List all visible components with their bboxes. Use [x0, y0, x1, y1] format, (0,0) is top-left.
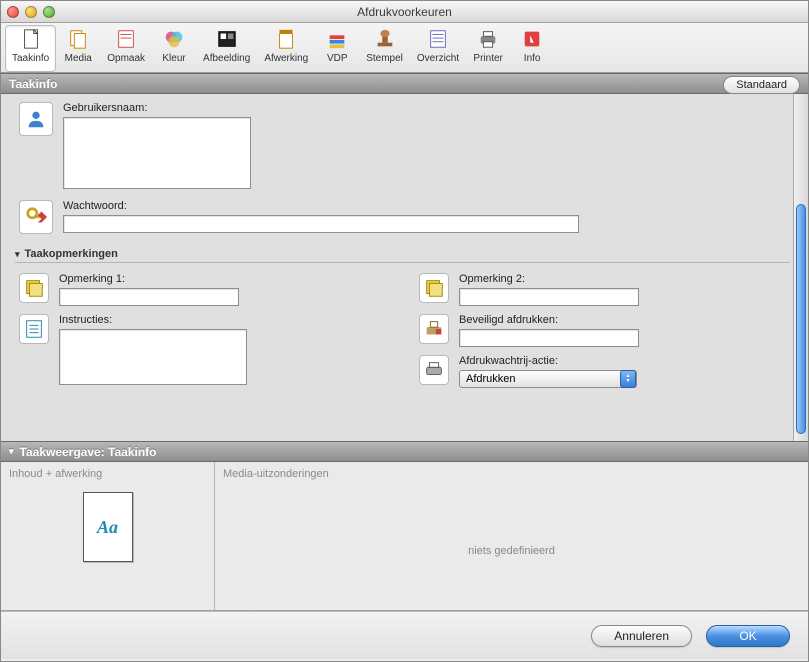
preview-empty-text: niets gedefinieerd	[215, 492, 808, 610]
preview-area: Inhoud + afwerking Aa Media-uitzondering…	[1, 462, 808, 611]
tab-kleur[interactable]: Kleur	[152, 25, 196, 72]
tab-label: Opmaak	[107, 53, 145, 64]
preview-content-column: Inhoud + afwerking Aa	[1, 462, 215, 610]
queue-action-select[interactable]: Afdrukken	[459, 370, 637, 388]
user-icon	[19, 102, 53, 136]
instructions-icon	[19, 314, 49, 344]
printer-icon	[477, 28, 499, 50]
remark1-input[interactable]	[59, 288, 239, 306]
remark1-label: Opmerking 1:	[59, 273, 319, 285]
tab-label: Printer	[473, 53, 502, 64]
tab-taakinfo[interactable]: Taakinfo	[5, 25, 56, 72]
tab-label: VDP	[327, 53, 348, 64]
standard-button[interactable]: Standaard	[723, 76, 800, 94]
password-input[interactable]	[63, 215, 579, 233]
kleur-icon	[163, 28, 185, 50]
close-icon[interactable]	[7, 6, 19, 18]
stempel-icon	[374, 28, 396, 50]
disclosure-icon[interactable]: ▾	[9, 446, 14, 457]
preview-col2-header: Media-uitzonderingen	[223, 468, 329, 480]
afwerking-icon	[275, 28, 297, 50]
afbeelding-icon	[216, 28, 238, 50]
content-panel: Gebruikersnaam: Wachtwoord: Taakopmerkin…	[1, 94, 808, 441]
scrollbar-thumb[interactable]	[796, 204, 806, 434]
password-label: Wachtwoord:	[63, 200, 790, 212]
secure-print-input[interactable]	[459, 329, 639, 347]
remark2-input[interactable]	[459, 288, 639, 306]
dropdown-arrows-icon	[620, 370, 636, 388]
note-icon	[419, 273, 449, 303]
secure-print-label: Beveiligd afdrukken:	[459, 314, 719, 326]
ok-button[interactable]: OK	[706, 625, 790, 647]
tab-label: Afbeelding	[203, 53, 250, 64]
secure-print-icon	[419, 314, 449, 344]
tab-info[interactable]: Info	[510, 25, 554, 72]
minimize-icon[interactable]	[25, 6, 37, 18]
tab-opmaak[interactable]: Opmaak	[100, 25, 152, 72]
cancel-button[interactable]: Annuleren	[591, 625, 692, 647]
instructions-label: Instructies:	[59, 314, 319, 326]
preview-section-title: Taakweergave: Taakinfo	[20, 445, 157, 459]
section-header-taakinfo: Taakinfo Standaard	[1, 73, 808, 94]
tab-label: Afwerking	[264, 53, 308, 64]
titlebar: Afdrukvoorkeuren	[1, 1, 808, 23]
zoom-icon[interactable]	[43, 6, 55, 18]
toolbar: Taakinfo Media Opmaak Kleur Afbeelding A…	[1, 23, 808, 73]
tab-afwerking[interactable]: Afwerking	[257, 25, 315, 72]
tab-label: Info	[524, 53, 541, 64]
tab-overzicht[interactable]: Overzicht	[410, 25, 466, 72]
preview-media-column: Media-uitzonderingen niets gedefinieerd	[215, 462, 808, 610]
tab-label: Kleur	[162, 53, 185, 64]
info-icon	[521, 28, 543, 50]
vertical-scrollbar[interactable]	[793, 94, 808, 441]
media-icon	[67, 28, 89, 50]
opmaak-icon	[115, 28, 137, 50]
tab-afbeelding[interactable]: Afbeelding	[196, 25, 257, 72]
tab-vdp[interactable]: VDP	[315, 25, 359, 72]
vdp-icon	[326, 28, 348, 50]
section-title: Taakinfo	[9, 77, 57, 91]
key-icon	[19, 200, 53, 234]
username-label: Gebruikersnaam:	[63, 102, 790, 114]
queue-action-value: Afdrukken	[466, 373, 516, 385]
preview-col1-header: Inhoud + afwerking	[9, 468, 102, 480]
button-bar: Annuleren OK	[1, 611, 808, 659]
tab-label: Taakinfo	[12, 53, 49, 64]
thumbnail-text: Aa	[97, 517, 118, 538]
tab-media[interactable]: Media	[56, 25, 100, 72]
tab-label: Media	[65, 53, 92, 64]
tab-label: Stempel	[366, 53, 403, 64]
tab-stempel[interactable]: Stempel	[359, 25, 410, 72]
subsection-taakopmerkingen[interactable]: Taakopmerkingen	[15, 248, 790, 263]
remark2-label: Opmerking 2:	[459, 273, 719, 285]
window-title: Afdrukvoorkeuren	[1, 5, 808, 19]
traffic-lights	[7, 6, 55, 18]
tab-printer[interactable]: Printer	[466, 25, 510, 72]
username-input[interactable]	[63, 117, 251, 189]
subsection-title: Taakopmerkingen	[25, 248, 118, 260]
section-header-taakweergave: ▾ Taakweergave: Taakinfo	[1, 441, 808, 462]
printer-queue-icon	[419, 355, 449, 385]
instructions-input[interactable]	[59, 329, 247, 385]
queue-action-label: Afdrukwachtrij-actie:	[459, 355, 719, 367]
page-thumbnail: Aa	[83, 492, 133, 562]
overzicht-icon	[427, 28, 449, 50]
taakinfo-icon	[20, 28, 42, 50]
note-icon	[19, 273, 49, 303]
tab-label: Overzicht	[417, 53, 459, 64]
